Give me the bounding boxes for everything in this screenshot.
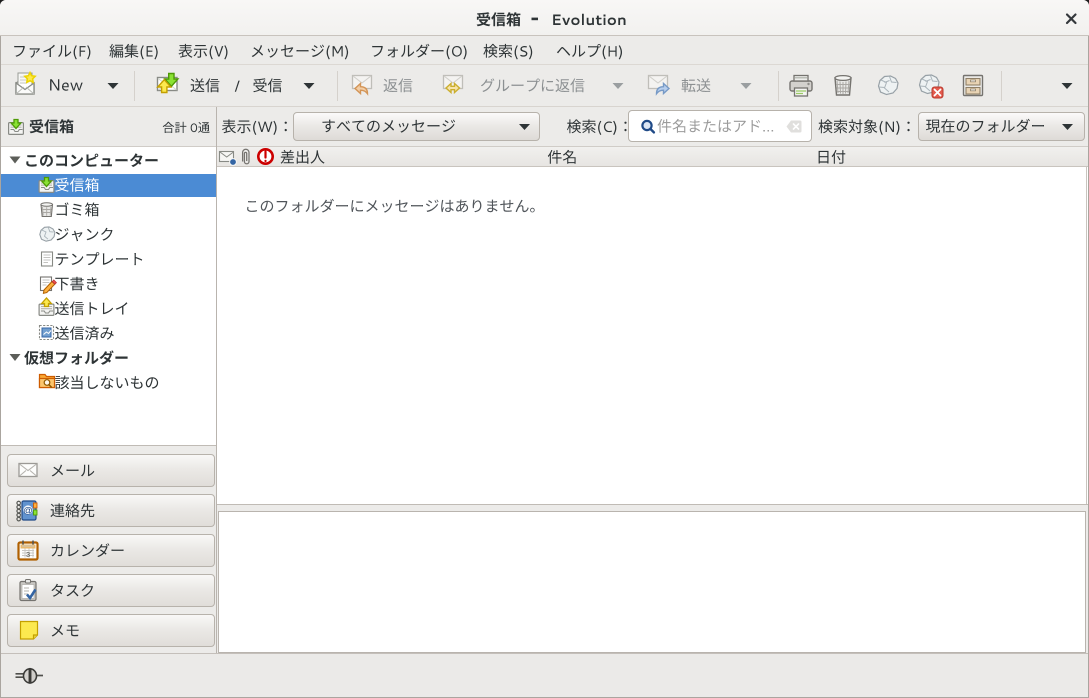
svg-text:@: @ (23, 505, 33, 516)
svg-text:3: 3 (26, 550, 30, 559)
